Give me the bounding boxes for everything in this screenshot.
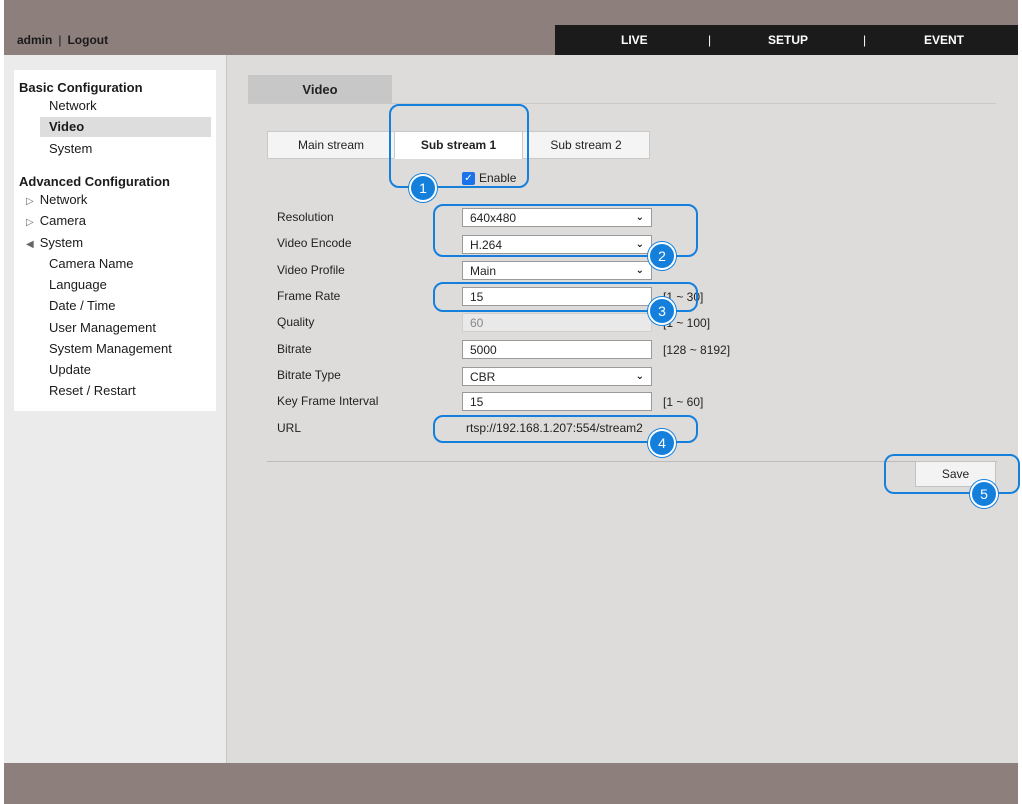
sidebar-item-language[interactable]: Language: [49, 277, 107, 292]
sidebar-adv-camera-label: Camera: [39, 213, 86, 228]
key-frame-interval-range: [1 ~ 60]: [663, 395, 704, 409]
callout-badge-4: 4: [648, 429, 676, 457]
tab-sub-stream-1[interactable]: Sub stream 1: [394, 131, 523, 159]
chevron-down-icon: ⌄: [635, 265, 644, 276]
bitrate-type-value: CBR: [470, 369, 496, 384]
logout-link[interactable]: Logout: [67, 33, 108, 47]
bitrate-type-label: Bitrate Type: [277, 368, 341, 382]
user-separator: |: [58, 33, 62, 47]
video-profile-value: Main: [470, 263, 497, 278]
tab-sub-stream-2[interactable]: Sub stream 2: [522, 131, 650, 159]
username: admin: [17, 33, 53, 47]
key-frame-interval-label: Key Frame Interval: [277, 394, 379, 408]
bitrate-label: Bitrate: [277, 342, 312, 356]
callout-badge-5: 5: [970, 480, 998, 508]
user-area: admin | Logout: [17, 33, 108, 47]
quality-value: 60: [470, 315, 484, 330]
url-value: rtsp://192.168.1.207:554/stream2: [466, 421, 643, 435]
frame-rate-value: 15: [470, 289, 484, 304]
video-encode-value: H.264: [470, 237, 503, 252]
callout-badge-2: 2: [648, 242, 676, 270]
chevron-down-icon: ⌄: [635, 239, 644, 250]
expand-icon: ▷: [26, 196, 34, 207]
enable-control: ✓ Enable: [462, 171, 516, 185]
callout-badge-1: 1: [409, 174, 437, 202]
key-frame-interval-value: 15: [470, 394, 484, 409]
header-bar: admin | Logout LIVE | SETUP | EVENT: [4, 25, 1018, 55]
expand-icon: ▷: [26, 217, 34, 228]
callout-badge-3: 3: [648, 297, 676, 325]
bitrate-type-select[interactable]: CBR ⌄: [462, 367, 652, 386]
nav-setup[interactable]: SETUP: [768, 33, 808, 47]
nav-live[interactable]: LIVE: [621, 33, 648, 47]
sidebar-item-update[interactable]: Update: [49, 362, 91, 377]
bitrate-input[interactable]: 5000: [462, 340, 652, 359]
sidebar-item-system-management[interactable]: System Management: [49, 341, 172, 356]
key-frame-interval-input[interactable]: 15: [462, 392, 652, 411]
sidebar-item-system[interactable]: System: [49, 141, 92, 156]
top-strip: [4, 0, 1018, 25]
video-profile-label: Video Profile: [277, 263, 345, 277]
sidebar-advanced-title: Advanced Configuration: [19, 174, 170, 189]
tab-main-stream[interactable]: Main stream: [267, 131, 395, 159]
nav-separator: |: [708, 33, 712, 47]
enable-label: Enable: [479, 171, 517, 185]
nav-separator: |: [863, 33, 867, 47]
footer-bar: [4, 763, 1018, 804]
video-encode-select[interactable]: H.264 ⌄: [462, 235, 652, 254]
sidebar-adv-system[interactable]: ◀ System: [26, 235, 83, 250]
sidebar-adv-system-label: System: [39, 235, 84, 250]
tab-divider: [248, 103, 996, 104]
resolution-select[interactable]: 640x480 ⌄: [462, 208, 652, 227]
url-label: URL: [277, 421, 302, 435]
sidebar-item-reset-restart[interactable]: Reset / Restart: [49, 383, 136, 398]
sidebar: Basic Configuration Network Video System…: [14, 70, 216, 411]
top-nav: LIVE | SETUP | EVENT: [555, 25, 1018, 55]
chevron-down-icon: ⌄: [635, 371, 644, 382]
sidebar-adv-camera[interactable]: ▷ Camera: [26, 213, 86, 228]
resolution-value: 640x480: [470, 210, 517, 225]
sidebar-adv-network-label: Network: [39, 192, 88, 207]
frame-rate-label: Frame Rate: [277, 289, 341, 303]
sidebar-item-video[interactable]: Video: [40, 117, 211, 137]
chevron-down-icon: ⌄: [635, 212, 644, 223]
tab-video[interactable]: Video: [248, 75, 392, 103]
sidebar-item-user-management[interactable]: User Management: [49, 320, 156, 335]
quality-label: Quality: [277, 315, 315, 329]
resolution-label: Resolution: [277, 210, 334, 224]
enable-checkbox[interactable]: ✓: [462, 171, 475, 185]
sidebar-item-camera-name[interactable]: Camera Name: [49, 256, 134, 271]
sidebar-adv-network[interactable]: ▷ Network: [26, 192, 87, 207]
nav-event[interactable]: EVENT: [924, 33, 964, 47]
video-encode-label: Video Encode: [277, 236, 352, 250]
bitrate-range: [128 ~ 8192]: [663, 343, 731, 357]
sidebar-basic-title: Basic Configuration: [19, 80, 143, 95]
stream-tabs: Main stream Sub stream 1 Sub stream 2: [267, 131, 650, 159]
frame-rate-input[interactable]: 15: [462, 287, 652, 306]
bitrate-value: 5000: [470, 342, 497, 357]
sidebar-item-network[interactable]: Network: [49, 98, 97, 113]
video-profile-select[interactable]: Main ⌄: [462, 261, 652, 280]
form-divider: [267, 461, 997, 462]
collapse-icon: ◀: [26, 239, 34, 250]
sidebar-item-date-time[interactable]: Date / Time: [49, 298, 115, 313]
quality-input: 60: [462, 313, 652, 332]
